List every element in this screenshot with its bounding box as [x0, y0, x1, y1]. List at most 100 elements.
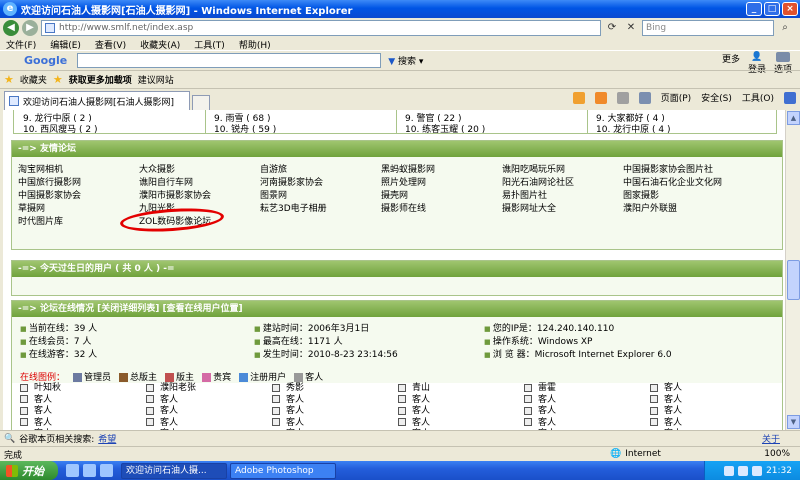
online-user[interactable]: 雷霍 [524, 383, 650, 395]
quicklaunch-media-icon[interactable] [100, 464, 113, 477]
friend-link[interactable]: 濮阳市摄影家协会 [139, 191, 260, 202]
url-field[interactable]: http://www.smlf.net/index.asp [41, 20, 601, 36]
tools-menu[interactable]: 工具(O) [742, 91, 774, 104]
ranking-cell[interactable]: 9. 警官 ( 22 ) [395, 111, 586, 124]
help-icon[interactable] [784, 91, 796, 104]
online-header[interactable]: -=> 论坛在线情况 [关闭详细列表] [查看在线用户位置] [12, 301, 782, 317]
friend-link[interactable]: 中国石油石化企业文化网 [623, 178, 744, 189]
quicklaunch-ie-icon[interactable] [66, 464, 79, 477]
bing-search-input[interactable]: Bing [642, 20, 774, 36]
online-user[interactable]: 客人 [650, 418, 776, 430]
mail-icon[interactable] [616, 91, 629, 104]
online-user[interactable]: 秀影 [272, 383, 398, 395]
menu-tools[interactable]: 工具(T) [194, 38, 225, 51]
home-icon[interactable] [572, 91, 585, 104]
friend-link[interactable]: 照片处理网 [381, 178, 502, 189]
online-user[interactable]: 客人 [20, 395, 146, 407]
ranking-cell[interactable]: 10. 西风瘦马 ( 2 ) [13, 122, 204, 135]
online-user[interactable]: 客人 [650, 406, 776, 418]
scroll-up-arrow[interactable]: ▲ [787, 111, 800, 125]
add-favorite-icon[interactable]: ★ [53, 73, 63, 86]
favorites-button[interactable]: 收藏夹 [20, 73, 47, 86]
taskbar-ie-button[interactable]: 欢迎访问石油人摄... [121, 462, 227, 479]
online-user[interactable]: 客人 [650, 395, 776, 407]
ranking-cell[interactable]: 9. 雨雪 ( 68 ) [204, 111, 395, 124]
scroll-down-arrow[interactable]: ▼ [787, 415, 800, 429]
menu-help[interactable]: 帮助(H) [239, 38, 271, 51]
forward-button[interactable]: ▶ [22, 20, 38, 36]
friend-link[interactable]: 自游旅 [260, 165, 381, 176]
online-user[interactable]: 客人 [272, 395, 398, 407]
friend-link[interactable]: 河南摄影家协会 [260, 178, 381, 189]
online-user[interactable]: 客人 [650, 383, 776, 395]
friend-link[interactable]: 大众摄影 [139, 165, 260, 176]
online-user[interactable]: 客人 [524, 418, 650, 430]
tray-icon[interactable] [738, 465, 749, 476]
online-user[interactable]: 客人 [524, 395, 650, 407]
friend-link[interactable]: 阳光石油网论社区 [502, 178, 623, 189]
ranking-cell[interactable]: 9. 龙行中原 ( 2 ) [13, 111, 204, 124]
online-user[interactable]: 濮阳老张 [146, 383, 272, 395]
minimize-button[interactable]: _ [746, 2, 762, 16]
online-user[interactable]: 客人 [398, 395, 524, 407]
rss-icon[interactable] [594, 91, 607, 104]
start-button[interactable]: 开始 [0, 461, 58, 480]
print-icon[interactable] [638, 91, 651, 104]
friend-link[interactable]: 易扑图片社 [502, 191, 623, 202]
friend-link[interactable]: 耘艺3D电子相册 [260, 204, 381, 215]
tab-current[interactable]: 欢迎访问石油人摄影网[石油人摄影网] [4, 91, 190, 110]
scroll-thumb[interactable] [787, 260, 800, 300]
online-user[interactable]: 客人 [524, 406, 650, 418]
friend-link[interactable]: 中国摄影家协会图片社 [623, 165, 744, 176]
google-search-button[interactable]: ▼ 搜索 ▾ [385, 54, 426, 67]
zoom-level[interactable]: 100% [764, 449, 790, 459]
friend-link[interactable]: 图景网 [260, 191, 381, 202]
friend-link[interactable]: 摄壳网 [381, 191, 502, 202]
refresh-icon[interactable]: ⟳ [604, 20, 620, 36]
online-user[interactable]: 客人 [146, 418, 272, 430]
online-user[interactable]: 青山 [398, 383, 524, 395]
google-search-input[interactable] [77, 53, 382, 68]
friend-link[interactable]: 谯阳自行车网 [139, 178, 260, 189]
online-user[interactable]: 客人 [20, 418, 146, 430]
ranking-cell[interactable]: 10. 龙行中原 ( 4 ) [586, 122, 777, 135]
online-user[interactable]: 客人 [272, 406, 398, 418]
menu-favorites[interactable]: 收藏夹(A) [140, 38, 180, 51]
vertical-scrollbar[interactable]: ▲ ▼ [785, 110, 800, 430]
friend-link[interactable]: 中国摄影家协会 [18, 191, 139, 202]
friend-link[interactable] [502, 217, 623, 228]
stop-icon[interactable]: ✕ [623, 20, 639, 36]
friend-link[interactable]: 淘宝网相机 [18, 165, 139, 176]
ranking-cell[interactable]: 10. 练客玉耀 ( 20 ) [395, 122, 586, 135]
online-user[interactable]: 客人 [20, 406, 146, 418]
online-user[interactable]: 客人 [272, 418, 398, 430]
quicklaunch-desktop-icon[interactable] [83, 464, 96, 477]
related-close-link[interactable]: 关于 [762, 432, 780, 445]
friend-link[interactable] [381, 217, 502, 228]
online-user[interactable]: 客人 [398, 406, 524, 418]
friend-link[interactable]: 谯阳吃喝玩乐网 [502, 165, 623, 176]
friend-link[interactable]: 摄影网址大全 [502, 204, 623, 215]
back-button[interactable]: ◀ [3, 20, 19, 36]
online-user[interactable]: 客人 [398, 418, 524, 430]
safety-menu[interactable]: 安全(S) [701, 91, 732, 104]
friend-link[interactable]: 草摄网 [18, 204, 139, 215]
related-search-link[interactable]: 希望 [98, 432, 116, 445]
friend-link[interactable] [260, 217, 381, 228]
friend-link[interactable]: 图家摄影 [623, 191, 744, 202]
page-menu[interactable]: 页面(P) [661, 91, 691, 104]
suggested-sites-link[interactable]: 建议网站 [138, 73, 174, 86]
friend-link[interactable]: 濮阳户外联盟 [623, 204, 744, 215]
taskbar-photoshop-button[interactable]: Adobe Photoshop [230, 462, 336, 479]
maximize-button[interactable]: □ [764, 2, 780, 16]
friend-link[interactable]: 摄影师在线 [381, 204, 502, 215]
get-addons-link[interactable]: 获取更多加载项 [69, 73, 132, 86]
volume-icon[interactable] [752, 465, 763, 476]
tray-icon[interactable] [724, 465, 735, 476]
ranking-cell[interactable]: 10. 锐舟 ( 59 ) [204, 122, 395, 135]
friend-link[interactable]: 黑蚂蚁摄影网 [381, 165, 502, 176]
online-user[interactable]: 客人 [146, 395, 272, 407]
menu-file[interactable]: 文件(F) [6, 38, 36, 51]
menu-edit[interactable]: 编辑(E) [50, 38, 81, 51]
search-icon[interactable]: ⌕ [777, 20, 793, 36]
